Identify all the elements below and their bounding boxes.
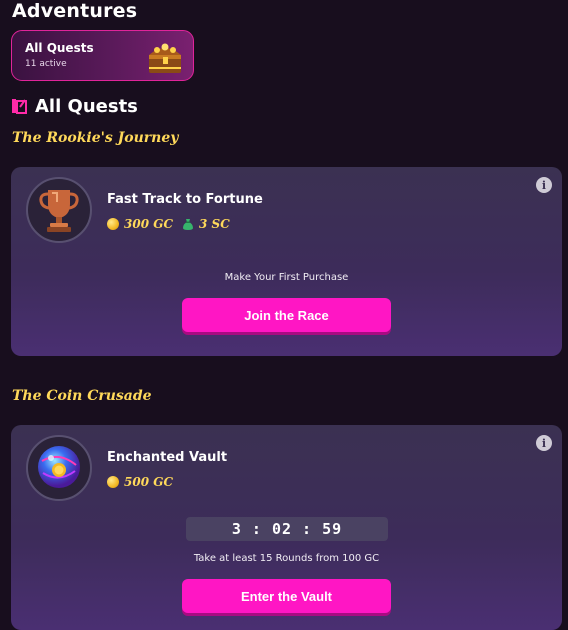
money-bag-icon (183, 218, 194, 230)
quest-rewards: 500 GC (107, 475, 173, 489)
info-icon[interactable]: i (536, 177, 552, 193)
info-icon[interactable]: i (536, 435, 552, 451)
coin-icon (107, 218, 119, 230)
quest-book-icon (12, 99, 27, 114)
countdown-timer: 3 : 02 : 59 (186, 517, 388, 541)
section-heading: All Quests (11, 95, 138, 117)
quest-medal (26, 435, 92, 501)
quest-name: Fast Track to Fortune (107, 192, 263, 207)
quest-name: Enchanted Vault (107, 450, 228, 465)
quest-rewards: 300 GC 3 SC (107, 217, 230, 231)
crystal-orb-icon (38, 446, 80, 488)
group-title: The Rookie's Journey (12, 130, 179, 146)
reward-gc: 300 GC (124, 217, 174, 231)
quest-tab-count: 11 active (25, 59, 67, 69)
treasure-chest-icon (149, 43, 181, 73)
quest-task: Take at least 15 Rounds from 100 GC (193, 553, 380, 564)
join-the-race-button[interactable]: Join the Race (182, 298, 391, 332)
quest-card: i Fast Track to Fortune 300 GC 3 SC Make… (11, 167, 562, 356)
page-title: Adventures (12, 0, 138, 22)
trophy-icon (39, 190, 79, 232)
quest-task: Make Your First Purchase (224, 272, 349, 283)
quest-medal (26, 177, 92, 243)
group-title: The Coin Crusade (12, 388, 152, 404)
section-label: All Quests (35, 95, 138, 117)
quest-tab-title: All Quests (25, 41, 94, 55)
reward-sc: 3 SC (199, 217, 230, 231)
reward-gc: 500 GC (124, 475, 174, 489)
all-quests-tab[interactable]: All Quests 11 active (11, 30, 194, 81)
coin-icon (107, 476, 119, 488)
quest-card: i Enchanted Vault 500 GC 3 : 02 : 59 Tak… (11, 425, 562, 630)
enter-the-vault-button[interactable]: Enter the Vault (182, 579, 391, 613)
